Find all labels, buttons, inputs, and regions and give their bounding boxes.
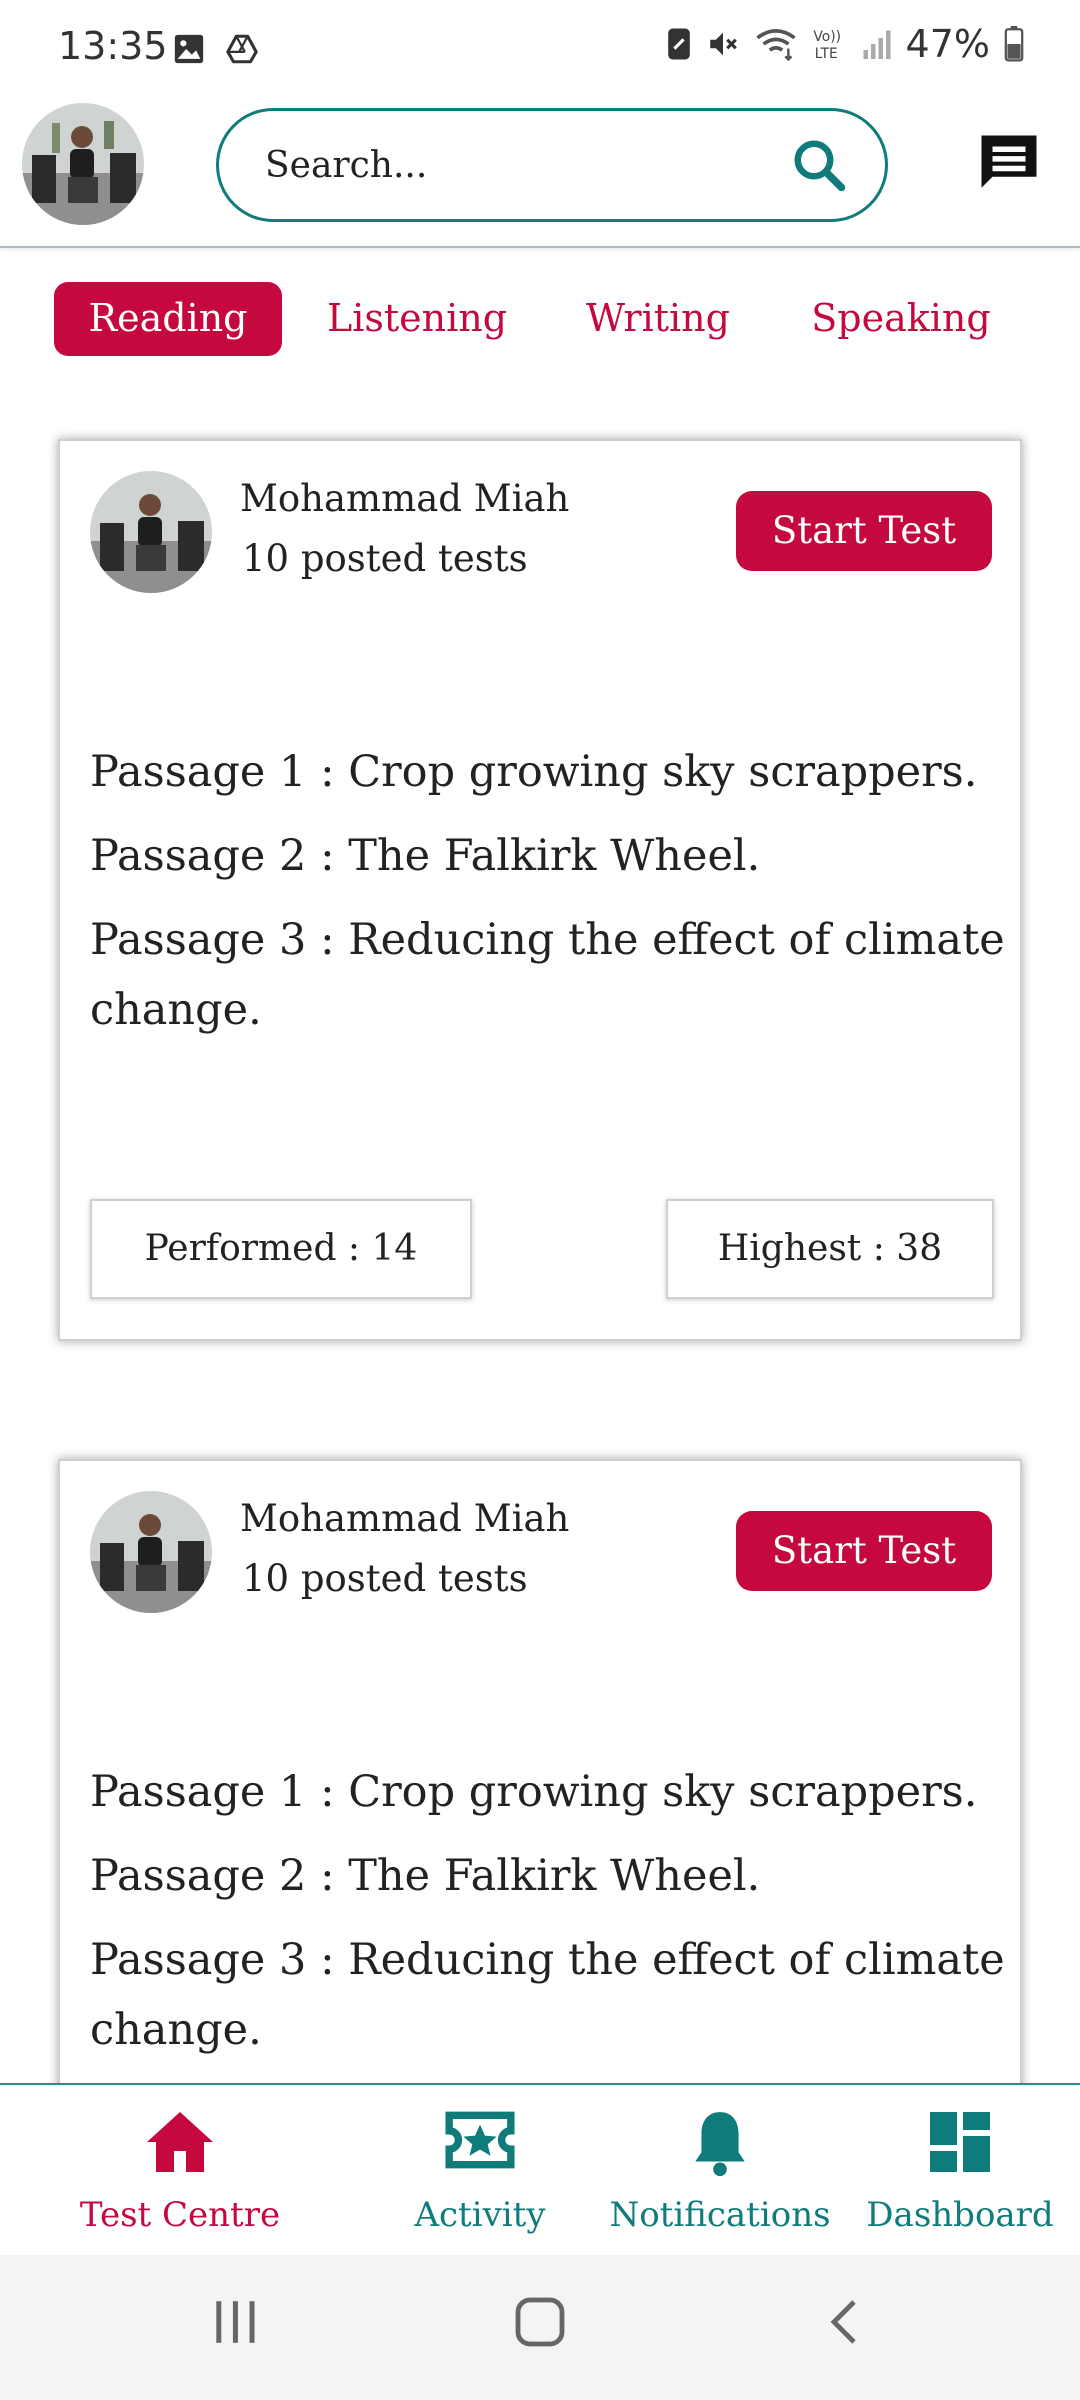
nav-dashboard[interactable]: Dashboard: [850, 2085, 1070, 2257]
passage-list: Passage 1 : Crop growing sky scrappers. …: [90, 1757, 1010, 2079]
status-bar: 13:35 Vo)) LTE 47%: [0, 0, 1080, 100]
passage-item: Passage 1 : Crop growing sky scrappers.: [90, 747, 978, 797]
status-time: 13:35: [58, 24, 168, 68]
posted-count: 10 posted tests: [242, 1557, 528, 1600]
search-input[interactable]: [263, 143, 789, 187]
nav-label: Activity: [414, 2195, 546, 2235]
author-avatar[interactable]: [90, 471, 212, 593]
tab-writing[interactable]: Writing: [568, 282, 748, 356]
passage-list: Passage 1 : Crop growing sky scrappers. …: [90, 737, 1010, 1059]
performed-count: Performed : 14: [90, 1199, 472, 1299]
author-name: Mohammad Miah: [240, 477, 570, 520]
recent-apps-icon[interactable]: [210, 2295, 260, 2349]
signal-icon: [863, 30, 891, 59]
dashboard-icon: [930, 2112, 990, 2172]
author-name: Mohammad Miah: [240, 1497, 570, 1540]
system-nav-bar: [0, 2255, 1080, 2400]
bottom-nav: Test Centre Activity Notifications Dashb…: [0, 2083, 1080, 2255]
test-card: Mohammad Miah 10 posted tests Start Test…: [58, 439, 1022, 1341]
search-icon[interactable]: [789, 135, 849, 195]
passage-item: Passage 2 : The Falkirk Wheel.: [90, 1851, 761, 1901]
passage-item: Passage 3 : Reducing the effect of clima…: [90, 915, 1005, 1035]
wifi-icon: [755, 29, 796, 61]
category-tabs: Reading Listening Writing Speaking: [0, 282, 1080, 356]
svg-text:Vo)): Vo)): [813, 29, 841, 45]
posted-count: 10 posted tests: [242, 537, 528, 580]
search-bar[interactable]: [216, 108, 888, 222]
nfc-icon: [667, 28, 690, 60]
home-icon: [147, 2112, 213, 2172]
tab-speaking[interactable]: Speaking: [796, 282, 1006, 356]
nav-test-centre[interactable]: Test Centre: [40, 2085, 320, 2257]
battery-icon: [1004, 26, 1024, 62]
app-bar: [0, 100, 1080, 248]
highest-score: Highest : 38: [666, 1199, 994, 1299]
passage-item: Passage 2 : The Falkirk Wheel.: [90, 831, 761, 881]
bell-icon: [695, 2112, 745, 2177]
start-test-button[interactable]: Start Test: [736, 1511, 992, 1591]
nav-label: Dashboard: [866, 2195, 1054, 2235]
svg-text:LTE: LTE: [814, 46, 837, 61]
avatar[interactable]: [22, 103, 144, 225]
passage-item: Passage 3 : Reducing the effect of clima…: [90, 1935, 1005, 2055]
nav-activity[interactable]: Activity: [360, 2085, 600, 2257]
start-test-button[interactable]: Start Test: [736, 491, 992, 571]
tab-listening[interactable]: Listening: [312, 282, 522, 356]
battery-percent: 47%: [905, 22, 990, 66]
mute-icon: [709, 32, 737, 56]
ticket-star-icon: [445, 2111, 515, 2169]
passage-item: Passage 1 : Crop growing sky scrappers.: [90, 1767, 978, 1817]
chat-icon[interactable]: [976, 130, 1042, 196]
tab-reading[interactable]: Reading: [54, 282, 282, 356]
nav-notifications[interactable]: Notifications: [600, 2085, 840, 2257]
drive-icon: [226, 34, 258, 64]
gallery-icon: [174, 34, 204, 64]
home-button-icon[interactable]: [514, 2295, 566, 2349]
nav-label: Test Centre: [79, 2195, 281, 2235]
nav-label: Notifications: [609, 2195, 831, 2235]
author-avatar[interactable]: [90, 1491, 212, 1613]
volte-icon: Vo)) LTE: [813, 29, 841, 61]
back-icon[interactable]: [826, 2295, 862, 2349]
